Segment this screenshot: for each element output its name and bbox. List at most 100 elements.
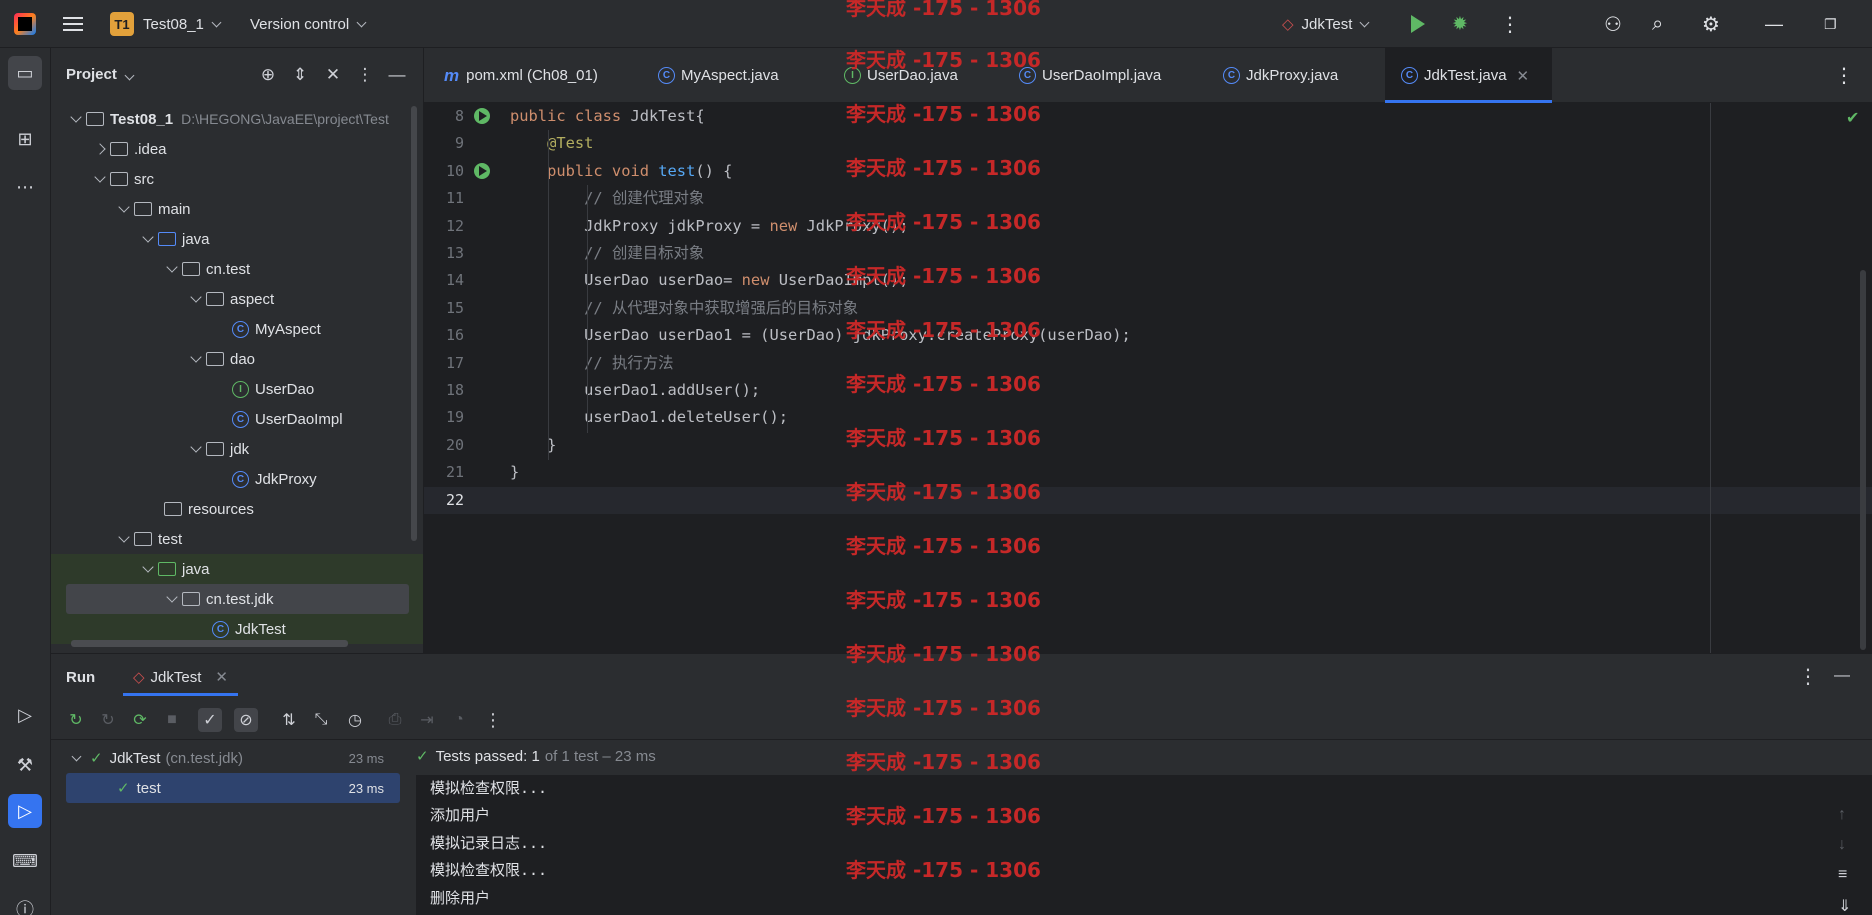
more-tools-icon[interactable]: ⋯: [8, 170, 42, 204]
minimize-window-icon[interactable]: —: [1765, 0, 1783, 48]
chevron-down-icon[interactable]: [186, 284, 206, 314]
chevron-down-icon[interactable]: [138, 224, 158, 254]
console-output[interactable]: 模拟检查权限... 添加用户 模拟记录日志... 模拟检查权限... 删除用户: [416, 775, 1872, 915]
run-configuration-selector[interactable]: ◇ JdkTest: [1282, 0, 1370, 48]
stop-icon[interactable]: ■: [160, 708, 184, 732]
tree-item-idea[interactable]: .idea: [51, 134, 423, 164]
tree-item-src[interactable]: src: [51, 164, 423, 194]
tab-jdkproxy[interactable]: C JdkProxy.java: [1223, 48, 1338, 103]
tree-item-test-java[interactable]: java: [51, 554, 423, 584]
chevron-down-icon[interactable]: [114, 524, 134, 554]
add-user-icon[interactable]: ⚇: [1604, 0, 1622, 48]
close-tab-icon[interactable]: ✕: [1517, 67, 1530, 85]
scroll-up-icon[interactable]: ↑: [1838, 806, 1846, 824]
locate-icon[interactable]: ⊕: [257, 65, 279, 85]
version-control-menu[interactable]: Version control: [250, 0, 367, 48]
project-horizontal-scrollbar[interactable]: [71, 640, 348, 647]
run-options-icon[interactable]: ⋮: [1796, 664, 1820, 688]
test-suite-row[interactable]: ✓ JdkTest (cn.test.jdk) 23 ms: [51, 743, 406, 773]
chevron-down-icon[interactable]: [138, 554, 158, 584]
tree-item-jdk[interactable]: jdk: [51, 434, 423, 464]
search-icon[interactable]: ⌕: [1652, 0, 1663, 48]
sort-icon[interactable]: ⇅: [277, 708, 301, 732]
more-icon[interactable]: ⋮: [481, 708, 505, 732]
tree-item-dao[interactable]: dao: [51, 344, 423, 374]
tree-item-jdkproxy[interactable]: C JdkProxy: [51, 464, 423, 494]
tab-jdktest[interactable]: C JdkTest.java ✕: [1385, 48, 1552, 103]
project-vertical-scrollbar[interactable]: [411, 106, 417, 541]
settings-gear-icon[interactable]: ⚙: [1702, 0, 1720, 48]
restore-window-icon[interactable]: ❐: [1824, 0, 1837, 48]
project-switcher[interactable]: Test08_1: [143, 0, 222, 48]
more-options-icon[interactable]: ⋮: [1500, 0, 1520, 48]
debug-icon[interactable]: ✹: [1452, 0, 1468, 48]
collapse-icon[interactable]: ⤡: [309, 708, 333, 732]
main-menu-icon[interactable]: [62, 0, 84, 48]
run-test-method-icon[interactable]: [474, 163, 490, 179]
chevron-right-icon[interactable]: [90, 134, 110, 164]
project-folder-icon[interactable]: ▭: [8, 56, 42, 90]
run-test-class-icon[interactable]: [474, 108, 490, 124]
services-icon[interactable]: ▷: [8, 698, 42, 732]
chevron-down-icon[interactable]: [186, 434, 206, 464]
tree-item-userdao[interactable]: I UserDao: [51, 374, 423, 404]
rerun-icon[interactable]: ↻: [64, 708, 88, 732]
show-ignored-icon[interactable]: ⊘: [234, 708, 258, 732]
chevron-down-icon[interactable]: [186, 344, 206, 374]
code-line: // 创建目标对象: [510, 240, 704, 267]
tree-item-cn-test[interactable]: cn.test: [51, 254, 423, 284]
code-editor[interactable]: 8 9 10 11 12 13 14 15 16 17 18 19 20 21 …: [424, 103, 1872, 653]
coverage-icon[interactable]: ◔: [447, 708, 471, 732]
editor-scrollbar[interactable]: [1860, 270, 1866, 650]
scroll-to-end-icon[interactable]: ⇓: [1838, 896, 1851, 915]
hide-panel-icon[interactable]: —: [386, 65, 408, 85]
history-clock-icon[interactable]: ◷: [343, 708, 367, 732]
tree-item-resources[interactable]: resources: [51, 494, 423, 524]
run-icon[interactable]: [1411, 0, 1425, 48]
toggle-auto-test-icon[interactable]: ⟳: [128, 708, 152, 732]
project-view-selector[interactable]: Project: [66, 66, 135, 83]
intellij-logo-icon[interactable]: [14, 13, 36, 35]
chevron-down-icon[interactable]: [114, 194, 134, 224]
watermark-text: 李天成 -175 - 1306: [846, 642, 1041, 666]
problems-icon[interactable]: ⓘ: [8, 892, 42, 915]
tab-myaspect[interactable]: C MyAspect.java: [658, 48, 779, 103]
chevron-down-icon[interactable]: [162, 584, 182, 614]
build-hammer-icon[interactable]: ⚒: [8, 748, 42, 782]
tree-item-main[interactable]: main: [51, 194, 423, 224]
chevron-down-icon[interactable]: [66, 104, 86, 134]
tree-item-userdaoimpl[interactable]: C UserDaoImpl: [51, 404, 423, 434]
camera-icon[interactable]: ⎙: [383, 708, 407, 732]
rerun-failed-icon[interactable]: ↻: [96, 708, 120, 732]
tree-item-main-java[interactable]: java: [51, 224, 423, 254]
close-tab-icon[interactable]: ✕: [215, 668, 228, 686]
scroll-down-icon[interactable]: ↓: [1838, 836, 1846, 854]
tab-options-icon[interactable]: ⋮: [1834, 48, 1854, 103]
no-problems-check-icon[interactable]: ✔: [1846, 108, 1859, 128]
code-token: test: [658, 162, 696, 180]
hide-panel-icon[interactable]: —: [1830, 664, 1854, 688]
chevron-down-icon[interactable]: [66, 751, 86, 761]
show-passed-icon[interactable]: ✓: [198, 708, 222, 732]
structure-icon[interactable]: ⊞: [8, 122, 42, 156]
tree-item-myaspect[interactable]: C MyAspect: [51, 314, 423, 344]
test-method-row[interactable]: ✓ test 23 ms: [51, 773, 406, 803]
chevron-down-icon[interactable]: [90, 164, 110, 194]
run-tab-jdktest[interactable]: ◇ JdkTest ✕: [123, 654, 238, 700]
soft-wrap-icon[interactable]: ≡: [1838, 866, 1847, 884]
tree-item-cn-test-jdk[interactable]: cn.test.jdk: [51, 584, 423, 614]
collapse-all-icon[interactable]: ✕: [322, 65, 344, 85]
options-icon[interactable]: ⋮: [354, 65, 376, 85]
tree-item-test[interactable]: test: [51, 524, 423, 554]
expand-all-icon[interactable]: ⇕: [289, 65, 311, 85]
project-badge[interactable]: T1: [110, 12, 134, 36]
terminal-icon[interactable]: ⌨: [8, 844, 42, 878]
run-tool-icon[interactable]: ▷: [8, 794, 42, 828]
tab-pom-xml[interactable]: m pom.xml (Ch08_01): [438, 48, 608, 103]
chevron-down-icon[interactable]: [162, 254, 182, 284]
import-icon[interactable]: ⇥: [415, 708, 439, 732]
package-icon: [206, 442, 224, 456]
tree-item-aspect[interactable]: aspect: [51, 284, 423, 314]
package-icon: [182, 262, 200, 276]
tree-item-project-root[interactable]: Test08_1 D:\HEGONG\JavaEE\project\Test: [51, 104, 423, 134]
